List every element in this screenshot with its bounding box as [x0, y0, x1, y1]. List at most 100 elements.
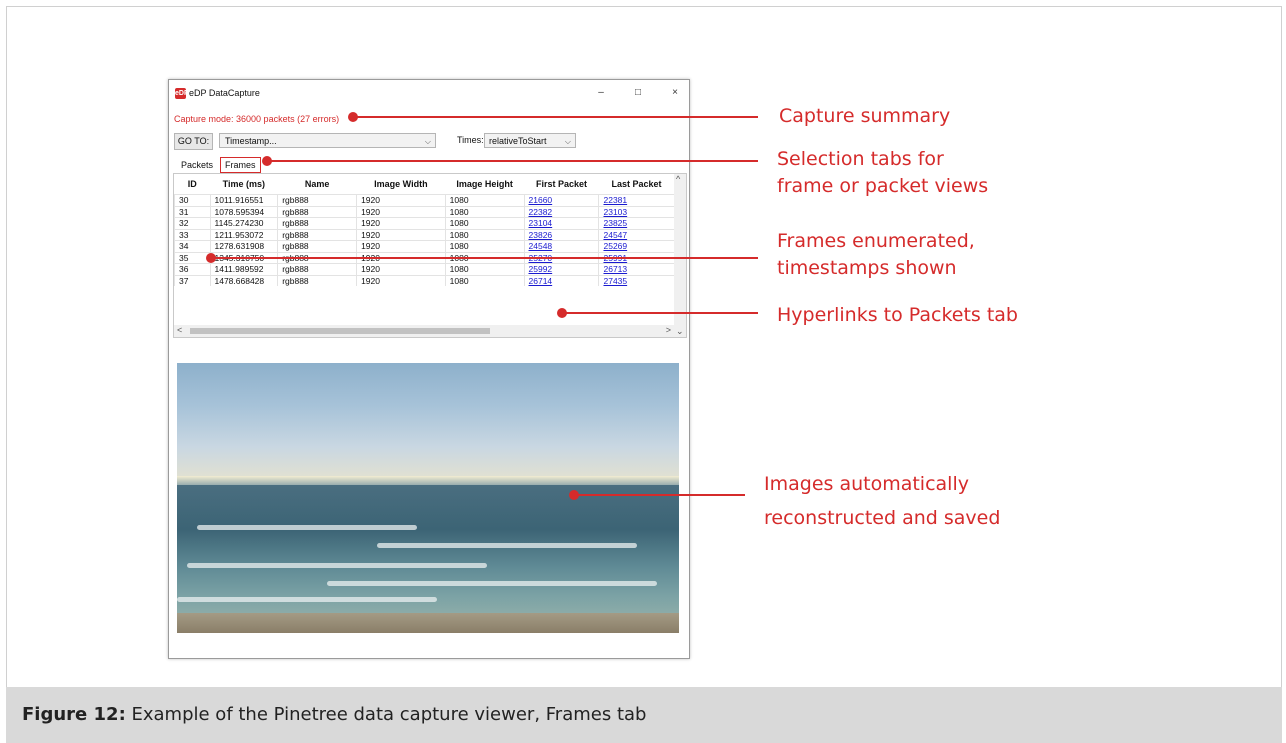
tab-packets[interactable]: Packets	[177, 158, 217, 172]
annotation-line	[573, 494, 745, 496]
capture-summary: Capture mode: 36000 packets (27 errors)	[174, 114, 340, 124]
first-packet-link[interactable]: 21660	[523, 194, 599, 206]
first-packet-link[interactable]: 24548	[523, 240, 599, 252]
annotation-frames-enumerated-line2: timestamps shown	[777, 257, 957, 279]
cell-height: 1080	[444, 274, 525, 286]
figure-caption: Figure 12: Example of the Pinetree data …	[22, 704, 646, 725]
table-row[interactable]: 33 1211.953072 rgb888 1920 1080 23826 24…	[174, 228, 674, 241]
first-packet-link[interactable]: 23104	[523, 217, 599, 229]
annotation-frames-enumerated-line1: Frames enumerated,	[777, 230, 975, 252]
figure-caption-bar: Figure 12: Example of the Pinetree data …	[6, 687, 1282, 743]
column-header-name[interactable]: Name	[278, 174, 357, 195]
goto-button[interactable]: GO TO:	[174, 133, 213, 150]
image-wave	[177, 597, 437, 602]
cell-name: rgb888	[277, 217, 357, 229]
cell-time: 1411.989592	[209, 263, 278, 275]
table-row[interactable]: 32 1145.274230 rgb888 1920 1080 23104 23…	[174, 217, 674, 229]
column-header-first-packet[interactable]: First Packet	[524, 174, 599, 195]
column-header-id[interactable]: ID	[175, 174, 211, 195]
cell-height: 1080	[444, 240, 525, 252]
minimize-button[interactable]: –	[593, 86, 609, 100]
cell-height: 1080	[444, 217, 525, 229]
last-packet-link[interactable]: 22381	[598, 194, 674, 206]
chevron-right-icon[interactable]: >	[666, 325, 671, 335]
cell-name: rgb888	[277, 274, 357, 286]
cell-height: 1080	[444, 194, 525, 206]
column-header-image-width[interactable]: Image Width	[357, 174, 446, 195]
image-wave	[377, 543, 637, 548]
first-packet-link[interactable]: 22382	[523, 205, 599, 218]
times-dropdown[interactable]: relativeToStart ⌵	[484, 133, 576, 148]
image-wave	[327, 581, 657, 586]
cell-name: rgb888	[277, 228, 357, 241]
first-packet-link[interactable]: 23826	[523, 228, 599, 241]
chevron-down-icon[interactable]: ⌄	[676, 326, 684, 337]
cell-name: rgb888	[277, 194, 357, 206]
cell-id: 33	[174, 228, 210, 241]
datacapture-window: eDP eDP DataCapture – □ × Capture mode: …	[168, 79, 690, 659]
figure-caption-label: Figure 12:	[22, 704, 126, 725]
cell-time: 1278.631908	[209, 240, 278, 252]
annotation-line	[352, 116, 758, 118]
close-button[interactable]: ×	[667, 86, 683, 100]
chevron-down-icon: ⌵	[564, 137, 571, 146]
title-bar: eDP eDP DataCapture – □ ×	[169, 80, 689, 106]
figure-caption-text: Example of the Pinetree data capture vie…	[125, 704, 647, 725]
table-row[interactable]: 37 1478.668428 rgb888 1920 1080 26714 27…	[174, 274, 674, 286]
annotation-selection-tabs-line2: frame or packet views	[777, 175, 989, 197]
cell-width: 1920	[356, 274, 446, 286]
chevron-left-icon[interactable]: <	[177, 325, 182, 335]
table-row[interactable]: 30 1011.916551 rgb888 1920 1080 21660 22…	[174, 194, 674, 206]
maximize-button[interactable]: □	[630, 86, 646, 100]
annotation-capture-summary: Capture summary	[779, 105, 951, 127]
cell-time: 1078.595394	[209, 205, 278, 218]
cell-name: rgb888	[277, 240, 357, 252]
image-sea	[177, 485, 679, 633]
cell-width: 1920	[356, 263, 446, 275]
last-packet-link[interactable]: 23103	[598, 205, 674, 218]
table-row[interactable]: 36 1411.989592 rgb888 1920 1080 25992 26…	[174, 263, 674, 275]
column-header-image-height[interactable]: Image Height	[445, 174, 524, 195]
image-sand	[177, 613, 679, 633]
cell-id: 32	[174, 217, 210, 229]
annotation-selection-tabs-line1: Selection tabs for	[777, 148, 944, 170]
annotation-images-line1: Images automatically	[764, 473, 969, 495]
cell-height: 1080	[444, 228, 525, 241]
last-packet-link[interactable]: 25269	[598, 240, 674, 252]
cell-width: 1920	[356, 194, 446, 206]
tab-frames[interactable]: Frames	[220, 157, 261, 173]
table-row[interactable]: 31 1078.595394 rgb888 1920 1080 22382 23…	[174, 205, 674, 218]
window-title: eDP DataCapture	[189, 88, 260, 98]
last-packet-link[interactable]: 23825	[598, 217, 674, 229]
chevron-up-icon[interactable]: ^	[676, 174, 680, 184]
cell-id: 31	[174, 205, 210, 218]
cell-height: 1080	[444, 263, 525, 275]
cell-name: rgb888	[277, 205, 357, 218]
cell-time: 1478.668428	[209, 274, 278, 286]
image-wave	[187, 563, 487, 568]
annotation-line	[210, 257, 758, 259]
table-row[interactable]: 34 1278.631908 rgb888 1920 1080 24548 25…	[174, 240, 674, 252]
cell-id: 30	[174, 194, 210, 206]
image-wave	[197, 525, 417, 530]
cell-name: rgb888	[277, 263, 357, 275]
last-packet-link[interactable]: 24547	[598, 228, 674, 241]
image-sky	[177, 363, 679, 483]
scrollbar-thumb[interactable]	[190, 328, 490, 334]
cell-id: 37	[174, 274, 210, 286]
cell-id: 34	[174, 240, 210, 252]
last-packet-link[interactable]: 26713	[598, 263, 674, 275]
horizontal-scrollbar[interactable]: < >	[174, 325, 674, 337]
goto-dropdown-value: Timestamp...	[225, 136, 277, 146]
chevron-down-icon: ⌵	[424, 137, 431, 146]
cell-width: 1920	[356, 217, 446, 229]
column-header-last-packet[interactable]: Last Packet	[599, 174, 674, 195]
last-packet-link[interactable]: 27435	[598, 274, 674, 286]
first-packet-link[interactable]: 25992	[523, 263, 599, 275]
cell-time: 1211.953072	[209, 228, 278, 241]
first-packet-link[interactable]: 26714	[523, 274, 599, 286]
annotation-hyperlinks: Hyperlinks to Packets tab	[777, 304, 1018, 326]
column-header-time[interactable]: Time (ms)	[210, 174, 278, 195]
goto-dropdown[interactable]: Timestamp... ⌵	[219, 133, 436, 148]
cell-id: 35	[174, 251, 210, 264]
